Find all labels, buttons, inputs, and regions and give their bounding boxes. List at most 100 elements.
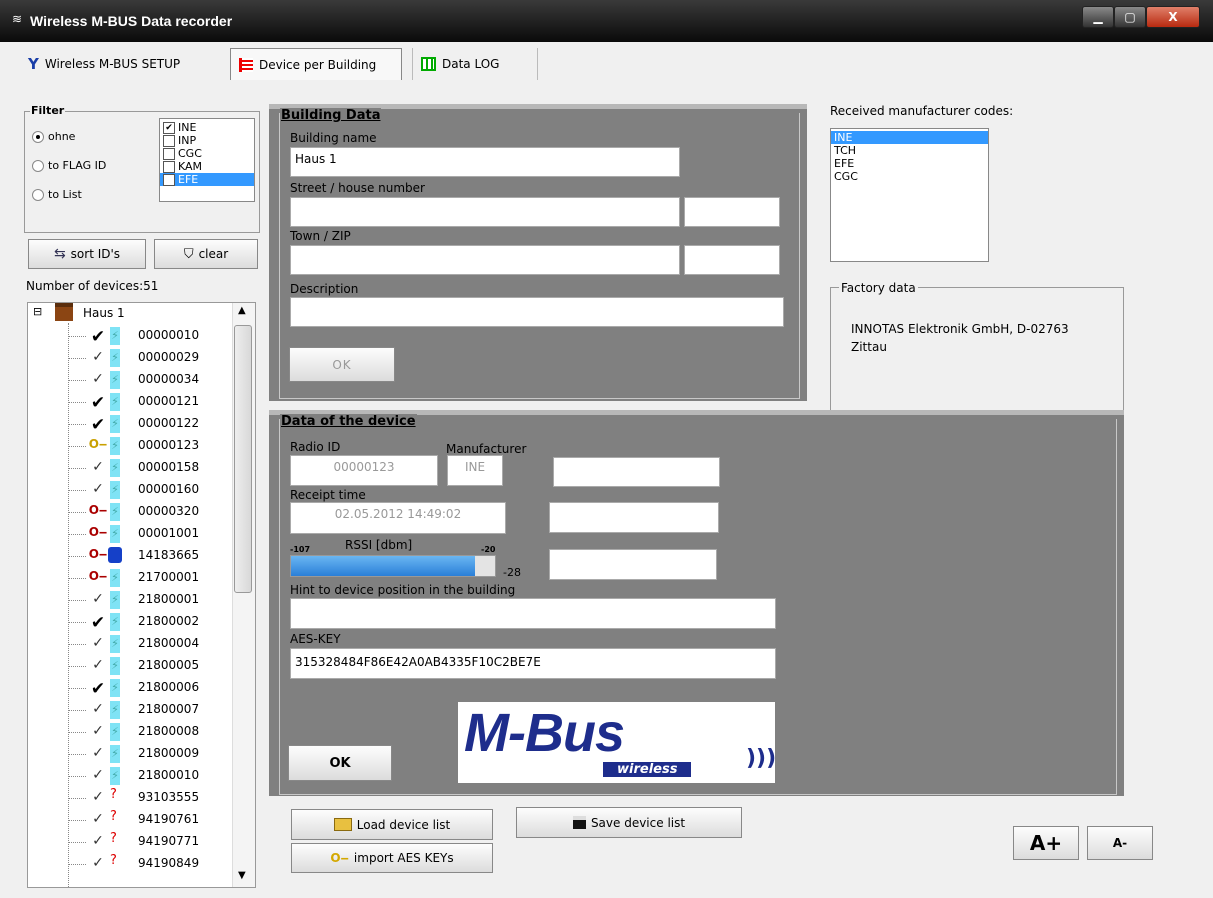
- tab-device-per-building[interactable]: Device per Building: [230, 48, 402, 80]
- device-tree-item[interactable]: O‒ ⚡ 00000123: [28, 435, 234, 457]
- manufacturer-code-item[interactable]: EFE: [831, 157, 988, 170]
- manufacturer-code-item[interactable]: CGC: [831, 170, 988, 183]
- manufacturer-label: Manufacturer: [446, 442, 527, 456]
- tree-connector: [68, 358, 86, 359]
- device-tree-item[interactable]: O‒ 14183665: [28, 545, 234, 567]
- font-decrease-button[interactable]: A-: [1087, 826, 1153, 860]
- radio-indicator: [32, 131, 44, 143]
- radio-bolt-icon: ⚡: [110, 723, 120, 741]
- device-tree-item[interactable]: ✓ ⚡ 21800007: [28, 699, 234, 721]
- description-field[interactable]: [290, 297, 784, 327]
- filter-code-label: CGC: [178, 147, 202, 160]
- device-tree-item[interactable]: ✔ ⚡ 00000010: [28, 325, 234, 347]
- scroll-up-arrow-icon[interactable]: ▲: [238, 305, 246, 316]
- filter-code-item[interactable]: CGC: [160, 147, 254, 160]
- radio-bolt-icon: ⚡: [110, 481, 120, 499]
- device-tree[interactable]: ⊟ Haus 1 ✔ ⚡ 00000010 ✓ ⚡ 00000029 ✓ ⚡ 00000034 ✔…: [27, 302, 256, 888]
- tab-wireless-mbus-setup[interactable]: Y Wireless M-BUS SETUP: [20, 48, 220, 80]
- receipt-time-field: 02.05.2012 14:49:02: [290, 502, 506, 534]
- device-tree-item[interactable]: O‒ ⚡ 21700001: [28, 567, 234, 589]
- device-tree-item[interactable]: O‒ ⚡ 00001001: [28, 523, 234, 545]
- building-name-field[interactable]: Haus 1: [290, 147, 680, 177]
- hint-field[interactable]: [290, 598, 776, 629]
- device-tree-item[interactable]: ✔ ⚡ 21800006: [28, 677, 234, 699]
- checkbox[interactable]: ✔: [163, 174, 175, 186]
- device-tree-item[interactable]: ✓ ⚡ 00000034: [28, 369, 234, 391]
- device-tree-item[interactable]: ✓ ⚡ 00000160: [28, 479, 234, 501]
- town-field[interactable]: [290, 245, 680, 275]
- filter-code-item[interactable]: KAM: [160, 160, 254, 173]
- scrollbar-thumb[interactable]: [234, 325, 252, 593]
- load-device-list-button[interactable]: Load device list: [291, 809, 493, 840]
- device-id: 21800005: [138, 658, 200, 672]
- zip-field[interactable]: [684, 245, 780, 275]
- button-label: sort ID's: [70, 247, 121, 261]
- wifi-icon: ≋: [12, 12, 23, 26]
- import-aes-keys-button[interactable]: O‒ import AES KEYs: [291, 843, 493, 873]
- device-tree-item[interactable]: ✓? 93103555: [28, 787, 234, 809]
- rssi-min: -107: [290, 545, 311, 554]
- check-icon: ✓: [92, 745, 104, 761]
- extra-field-2[interactable]: [549, 502, 719, 533]
- device-id: 00000034: [138, 372, 200, 386]
- device-tree-item[interactable]: ✓ ⚡ 21800001: [28, 589, 234, 611]
- device-tree-item[interactable]: ✓ ⚡ 00000158: [28, 457, 234, 479]
- device-id: 21800002: [138, 614, 200, 628]
- device-id: 00001001: [138, 526, 200, 540]
- device-tree-item[interactable]: ✔ ⚡ 21800002: [28, 611, 234, 633]
- filter-code-item[interactable]: INP: [160, 134, 254, 147]
- device-tree-item[interactable]: ✓ ⚡ 21800010: [28, 765, 234, 787]
- description-label: Description: [290, 282, 359, 296]
- clear-button[interactable]: ⛉ clear: [154, 239, 258, 269]
- manufacturer-code-item[interactable]: INE: [831, 131, 988, 144]
- filter-code-item[interactable]: ✔ INE: [160, 121, 254, 134]
- house-number-field[interactable]: [684, 197, 780, 227]
- checkbox[interactable]: [163, 148, 175, 160]
- radio-ohne[interactable]: ohne: [32, 130, 75, 143]
- device-tree-item[interactable]: ✔ ⚡ 00000121: [28, 391, 234, 413]
- tree-connector: [68, 666, 86, 667]
- maximize-button[interactable]: ▢: [1114, 6, 1146, 28]
- filter-code-item[interactable]: ✔ EFE: [160, 173, 254, 186]
- device-tree-item[interactable]: ✓? 94190771: [28, 831, 234, 853]
- device-tree-item[interactable]: ✓ ⚡ 21800008: [28, 721, 234, 743]
- checkbox[interactable]: [163, 161, 175, 173]
- tab-data-log[interactable]: Data LOG: [412, 48, 538, 80]
- radio-list[interactable]: to List: [32, 188, 82, 201]
- tree-root[interactable]: ⊟ Haus 1: [28, 303, 234, 325]
- street-field[interactable]: [290, 197, 680, 227]
- key-icon: O‒: [88, 569, 108, 583]
- minimize-button[interactable]: ▁: [1082, 6, 1114, 28]
- check-icon: ✓: [92, 591, 104, 607]
- device-tree-item[interactable]: ✔ ⚡ 00000122: [28, 413, 234, 435]
- radio-id-label: Radio ID: [290, 440, 341, 454]
- device-id: 21800004: [138, 636, 200, 650]
- aes-key-field[interactable]: 315328484F86E42A0AB4335F10C2BE7E: [290, 648, 776, 679]
- checkbox[interactable]: ✔: [163, 122, 175, 134]
- filter-code-list[interactable]: ✔ INE INP CGC KAM ✔ EFE: [159, 118, 255, 202]
- collapse-icon[interactable]: ⊟: [33, 305, 42, 318]
- building-ok-button[interactable]: OK: [289, 347, 395, 382]
- close-button[interactable]: X: [1146, 6, 1200, 28]
- font-increase-button[interactable]: A+: [1013, 826, 1079, 860]
- device-tree-item[interactable]: O‒ ⚡ 00000320: [28, 501, 234, 523]
- device-title: Data of the device: [280, 414, 417, 429]
- device-ok-button[interactable]: OK: [288, 745, 392, 781]
- scroll-down-arrow-icon[interactable]: ▼: [238, 870, 246, 881]
- extra-field-1[interactable]: [553, 457, 720, 487]
- device-tree-item[interactable]: ✓? 94190849: [28, 853, 234, 875]
- checkbox[interactable]: [163, 135, 175, 147]
- extra-field-3[interactable]: [549, 549, 717, 580]
- device-tree-item[interactable]: ✓ ⚡ 00000029: [28, 347, 234, 369]
- radio-flag-id[interactable]: to FLAG ID: [32, 159, 106, 172]
- manufacturer-code-list[interactable]: INE TCH EFE CGC: [830, 128, 989, 262]
- key-icon: O‒: [88, 525, 108, 539]
- save-device-list-button[interactable]: Save device list: [516, 807, 742, 838]
- tree-connector: [68, 710, 86, 711]
- device-tree-item[interactable]: ✓? 94190761: [28, 809, 234, 831]
- device-tree-item[interactable]: ✓ ⚡ 21800005: [28, 655, 234, 677]
- device-tree-item[interactable]: ✓ ⚡ 21800004: [28, 633, 234, 655]
- device-tree-item[interactable]: ✓ ⚡ 21800009: [28, 743, 234, 765]
- manufacturer-code-item[interactable]: TCH: [831, 144, 988, 157]
- sort-ids-button[interactable]: ⇆ sort ID's: [28, 239, 146, 269]
